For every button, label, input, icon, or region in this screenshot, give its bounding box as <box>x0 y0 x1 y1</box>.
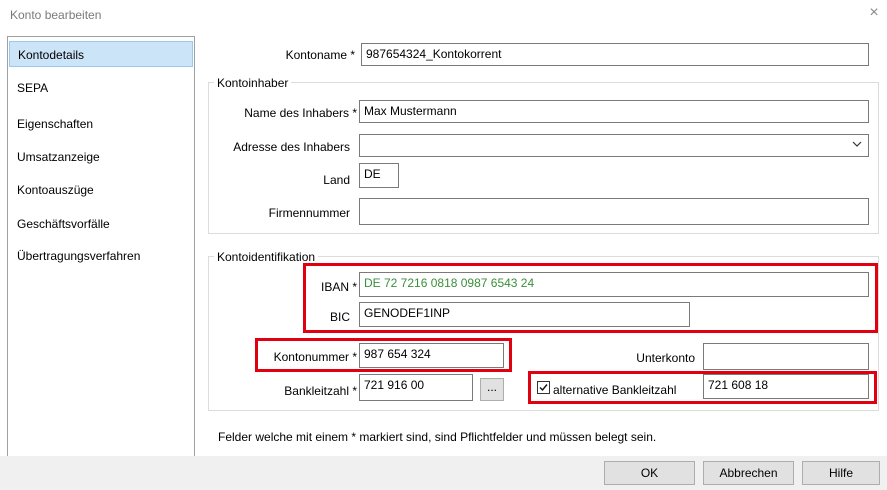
nav-item-eigenschaften[interactable]: Eigenschaften <box>9 111 193 137</box>
firmennummer-label: Firmennummer <box>268 206 350 220</box>
firmennummer-input[interactable] <box>359 198 869 225</box>
required-fields-note: Felder welche mit einem * markiert sind,… <box>218 430 657 444</box>
kontoidentifikation-group-title: Kontoidentifikation <box>214 251 319 263</box>
bankleitzahl-input[interactable]: 721 916 00 <box>359 374 473 401</box>
nav-item-sepa[interactable]: SEPA <box>9 75 193 101</box>
nav-item-kontoauszuege[interactable]: Kontoauszüge <box>9 177 193 203</box>
alt-blz-checkbox[interactable] <box>537 381 550 394</box>
kontonummer-label: Kontonummer * <box>273 350 357 364</box>
kontoname-input[interactable]: 987654324_Kontokorrent <box>361 43 869 66</box>
iban-label: IBAN * <box>320 280 357 294</box>
close-icon[interactable]: × <box>866 5 882 21</box>
kontoinhaber-group-title: Kontoinhaber <box>214 77 292 89</box>
help-button[interactable]: Hilfe <box>802 461 880 485</box>
kontoname-label: Kontoname * <box>285 48 355 62</box>
adresse-inhaber-select[interactable] <box>359 134 869 157</box>
nav-item-umsatzanzeige[interactable]: Umsatzanzeige <box>9 144 193 170</box>
window-title: Konto bearbeiten <box>10 8 102 22</box>
nav-item-kontodetails[interactable]: Kontodetails <box>9 41 193 67</box>
unterkonto-label: Unterkonto <box>636 351 695 365</box>
cancel-button[interactable]: Abbrechen <box>703 461 794 485</box>
bankleitzahl-browse-button[interactable]: ... <box>480 378 504 401</box>
unterkonto-input[interactable] <box>703 343 869 370</box>
checkmark-icon <box>539 384 548 392</box>
name-inhaber-label: Name des Inhabers * <box>244 106 357 120</box>
adresse-inhaber-label: Adresse des Inhabers <box>233 140 350 154</box>
alt-blz-input[interactable]: 721 608 18 <box>703 374 869 399</box>
kontonummer-input[interactable]: 987 654 324 <box>359 343 504 368</box>
chevron-down-icon[interactable] <box>852 139 862 149</box>
nav-item-uebertragungsverfahren[interactable]: Übertragungsverfahren <box>9 243 193 269</box>
ok-button[interactable]: OK <box>604 461 695 485</box>
bankleitzahl-label: Bankleitzahl * <box>284 384 357 398</box>
land-label: Land <box>323 173 350 187</box>
bic-label: BIC <box>329 310 350 324</box>
name-inhaber-input[interactable]: Max Mustermann <box>359 100 869 123</box>
iban-input[interactable]: DE 72 7216 0818 0987 6543 24 <box>359 272 869 297</box>
bic-input[interactable]: GENODEF1INP <box>359 302 690 327</box>
nav-item-geschaeftsvorfaelle[interactable]: Geschäftsvorfälle <box>9 211 193 237</box>
nav-list: Kontodetails SEPA Eigenschaften Umsatzan… <box>7 36 195 458</box>
land-input[interactable]: DE <box>359 163 399 188</box>
alt-blz-label: alternative Bankleitzahl <box>553 383 677 397</box>
